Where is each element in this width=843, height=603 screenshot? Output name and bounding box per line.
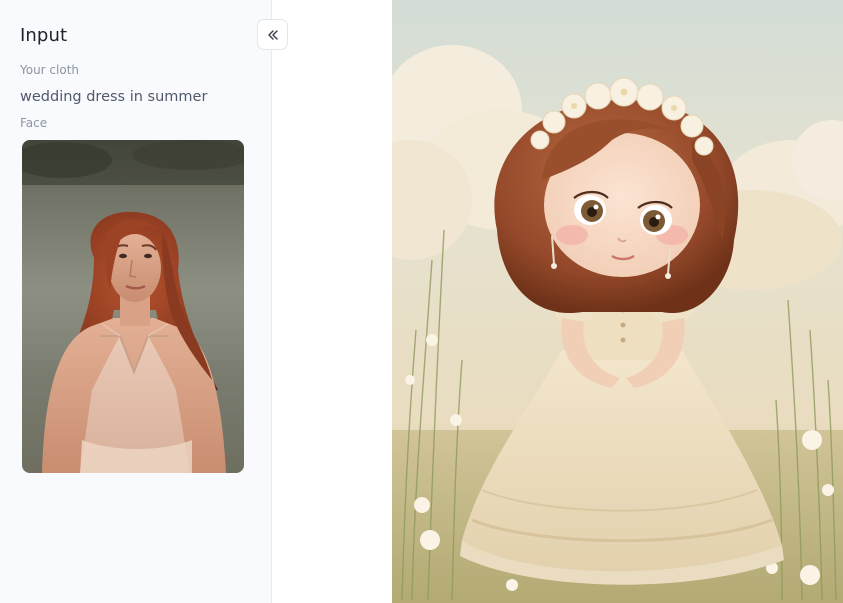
result-image <box>392 0 843 603</box>
face-label: Face <box>20 116 48 130</box>
face-photo <box>22 140 244 473</box>
collapse-panel-button[interactable] <box>257 19 288 50</box>
cloth-value: wedding dress in summer <box>20 89 208 105</box>
double-chevron-left-icon <box>266 28 280 42</box>
content-gap <box>272 0 392 603</box>
cloth-label: Your cloth <box>20 63 80 77</box>
panel-title: Input <box>20 25 68 46</box>
input-panel: Input Your cloth wedding dress in summer… <box>0 0 272 603</box>
app-window: Input Your cloth wedding dress in summer… <box>0 0 843 603</box>
